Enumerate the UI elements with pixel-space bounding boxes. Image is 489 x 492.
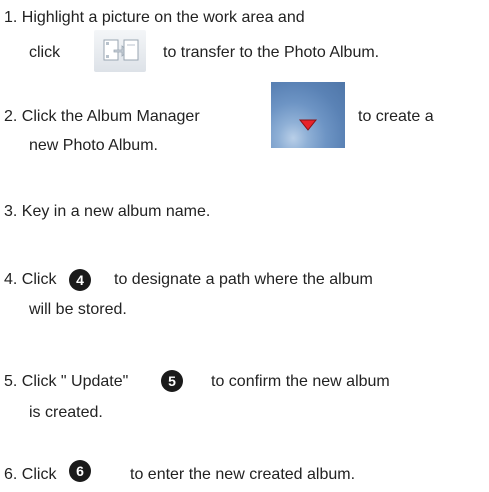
step-3-line-1: 3. Key in a new album name. xyxy=(4,203,211,220)
step-1-line-2: to transfer to the Photo Album. xyxy=(163,44,380,61)
step-1-click-label: click xyxy=(29,44,61,61)
step-6-line-1-end: to enter the new created album. xyxy=(130,466,356,483)
step-2-line-1: 2. Click the Album Manager xyxy=(4,108,200,125)
callout-badge-5: 5 xyxy=(161,370,183,392)
step-4-line-1: 4. Click xyxy=(4,271,57,288)
step-4-line-2: will be stored. xyxy=(29,301,127,318)
step-4-line-1-end: to designate a path where the album xyxy=(114,271,373,288)
step-6-line-1: 6. Click xyxy=(4,466,57,483)
step-2-line-2: new Photo Album. xyxy=(29,137,158,154)
callout-badge-6: 6 xyxy=(69,460,91,482)
step-2-line-1-end: to create a xyxy=(358,108,434,125)
step-1-line-1: 1. Highlight a picture on the work area … xyxy=(4,9,305,26)
step-5-line-1-end: to confirm the new album xyxy=(211,373,390,390)
album-manager-dropdown-icon[interactable] xyxy=(271,82,345,148)
callout-badge-4: 4 xyxy=(69,269,91,291)
step-5-line-2: is created. xyxy=(29,404,103,421)
step-5-line-1: 5. Click " Update" xyxy=(4,373,129,390)
transfer-to-album-icon[interactable] xyxy=(94,30,146,72)
